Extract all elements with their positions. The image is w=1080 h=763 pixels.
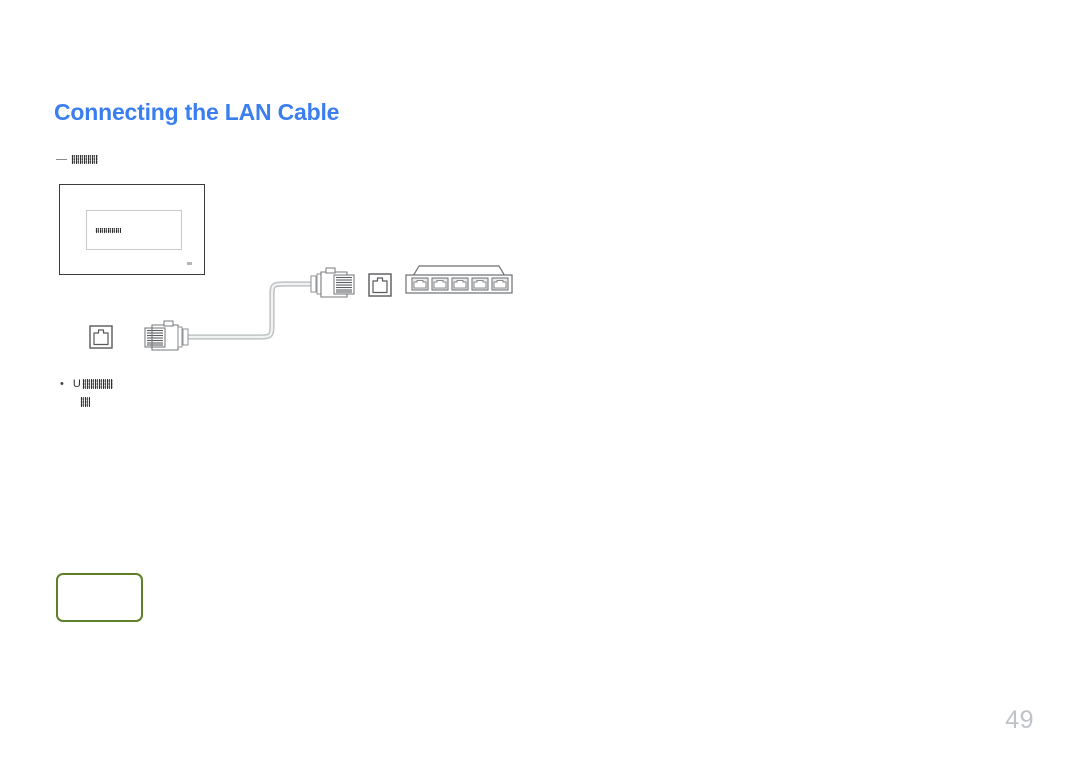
monitor-corner-mark [187, 262, 192, 265]
network-switch [405, 265, 513, 294]
rj45-plug-upper [310, 267, 355, 298]
rj45-plug-lower [144, 320, 189, 351]
note-text-line: U redacted-text [73, 377, 113, 391]
port-1 [411, 277, 429, 291]
switch-port-row [411, 277, 509, 291]
port-3 [451, 277, 469, 291]
display-monitor: samsung-logo [59, 184, 205, 275]
bullet-icon: • [60, 378, 64, 390]
page-title: Connecting the LAN Cable [54, 99, 340, 125]
note-bullet-row: • U redacted-text [60, 377, 113, 391]
redacted-note-text-second: redacted-text [80, 397, 90, 408]
document-page: Connecting the LAN Cable redacted-text s… [0, 0, 1080, 763]
port-5 [491, 277, 509, 291]
em-dash-icon [56, 158, 67, 160]
monitor-screen: samsung-logo [86, 210, 182, 250]
redacted-note-text: redacted-text [81, 379, 113, 389]
note-block: • U redacted-text redacted-text [60, 377, 113, 408]
note-second-line: redacted-text [80, 396, 113, 408]
note-lead-text: U [72, 378, 81, 390]
port-2 [431, 277, 449, 291]
redacted-subtitle-text: redacted-text [71, 154, 98, 164]
rj45-port-upper [368, 273, 392, 297]
subtitle-caption: redacted-text [56, 152, 98, 166]
port-4 [471, 277, 489, 291]
samsung-logo: samsung-logo [95, 228, 121, 233]
green-callout-box [56, 573, 143, 622]
page-number: 49 [1005, 706, 1034, 734]
lan-cable [183, 281, 321, 340]
rj45-port-lower [89, 325, 113, 349]
